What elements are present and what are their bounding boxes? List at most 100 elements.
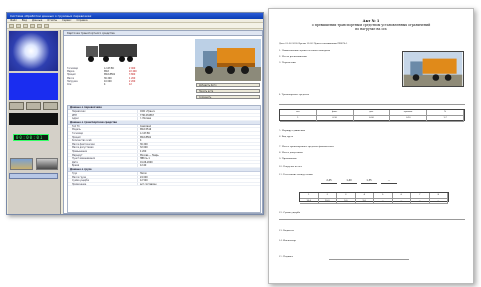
measurement-fields: Госномер А 123 ВС 2 000 Марка МАЗ 22 400 При… (67, 67, 192, 89)
property-grid: Данные о перевозчике Перевозчик ООО «Тран… (67, 105, 261, 213)
camera-button-2[interactable] (26, 102, 41, 110)
document-heading: Акт № 1 о превышении транспортным средст… (269, 19, 473, 31)
thumbnail-person[interactable] (35, 158, 58, 170)
property-key: Количество осей (68, 139, 138, 142)
settings-icon[interactable] (44, 24, 49, 28)
field-value-2: 12 (129, 82, 132, 86)
property-value: ПВК № 1 (140, 157, 150, 161)
table-cell: 6,10 (316, 116, 354, 122)
document-line: 4. Транспортное средство (279, 93, 310, 96)
menu-item-help[interactable]: Справка (77, 19, 88, 22)
property-value: А 123 ВС (140, 131, 151, 135)
table-cell: — (429, 198, 448, 204)
document-line: 2. Место расположения (279, 55, 307, 58)
save-icon[interactable] (23, 24, 28, 28)
property-value: МАЗ-8561 (140, 135, 152, 139)
table-cell: 9,0 (337, 198, 356, 204)
menu-item-file[interactable]: Файл (10, 19, 17, 22)
document-line: 14. Инспектор (279, 239, 296, 242)
camera-controls (9, 102, 58, 110)
led-counter: 00:00:01 (13, 134, 49, 141)
property-key: Госномер (68, 131, 138, 135)
open-icon[interactable] (16, 24, 21, 28)
field-value: 4 (104, 82, 106, 86)
property-key: Маршрут (68, 153, 138, 157)
document-line: 10. Нагрузка на ось (279, 165, 302, 168)
document-line: 6. Вид груза (279, 135, 294, 138)
new-icon[interactable] (9, 24, 14, 28)
print-icon[interactable] (30, 24, 35, 28)
property-key: Примечание (68, 182, 138, 186)
property-value: Москва — Тверь (140, 153, 159, 157)
table-cell: — (392, 198, 411, 204)
document-line: 11. Расстояние между осями (279, 173, 313, 176)
document-line: Дата 01.06.2009 Время 12:40 Пункт взвеши… (279, 42, 348, 45)
document-line: 15. Подпись (279, 255, 294, 258)
table-cell: 1,7 (427, 116, 464, 122)
toolbar (7, 23, 263, 29)
property-key: Перевозчик (68, 110, 138, 113)
table-cell: 6,00 (353, 116, 391, 122)
property-key: Прицеп (68, 135, 138, 139)
property-value: Песок (140, 171, 147, 175)
act-document: Акт № 1 о превышении транспортным средст… (268, 8, 474, 284)
table-cell: 1 (280, 116, 317, 122)
property-key: Модель (68, 128, 138, 131)
document-line: 3. Перевозчик (279, 61, 296, 64)
property-key: Время (68, 164, 138, 167)
axle-table: ось факт доп. превыш. % 1 6,10 6,00 0,10… (279, 109, 465, 122)
menu-item-reports[interactable]: Отчёты (47, 19, 57, 22)
thumbnail-truck[interactable] (10, 158, 33, 170)
property-value: Самосвал (140, 124, 152, 128)
video-panel (9, 73, 58, 100)
property-key: Дата (68, 160, 138, 164)
document-line: 1. Наименование пункта весового контроля (279, 49, 331, 52)
document-truck-photo (402, 51, 464, 87)
print-act-button[interactable]: Печать акта (196, 89, 260, 93)
rule-line (279, 104, 465, 105)
property-value: г. Москва (140, 117, 151, 121)
property-key: ИНН (68, 113, 138, 117)
document-subtitle-2: по нагрузке на ось (355, 27, 387, 31)
property-value: акт составлен (140, 182, 157, 186)
property-key: Тип ТС (68, 124, 138, 128)
save-button[interactable]: Сохранить (196, 95, 260, 99)
property-key: Пункт взвешивания (68, 157, 138, 160)
property-key: Масса фактическая (68, 142, 138, 146)
card-title: Карточка транспортного средства (64, 31, 262, 36)
camera-view (9, 31, 58, 71)
card-actions: Добавить фото Печать акта Сохранить (196, 83, 260, 103)
led-counter-value: 00:00:01 (16, 135, 44, 140)
refresh-icon[interactable] (37, 24, 42, 28)
property-row[interactable]: Примечание акт составлен (68, 182, 260, 187)
menu-item-service[interactable]: Сервис (62, 19, 71, 22)
camera-button-1[interactable] (9, 102, 24, 110)
document-line: 12. Сумма ущерба (279, 211, 301, 214)
camera-button-3[interactable] (43, 102, 58, 110)
distance-box: 1,35 (361, 179, 377, 184)
vehicle-card: Карточка транспортного средства Госномер… (63, 30, 263, 214)
field-label: Оси (67, 82, 72, 86)
property-value: 12:40 (140, 164, 147, 168)
property-key: Превышение (68, 149, 138, 153)
distance-box: 2,45 (321, 179, 337, 184)
table-cell: — (411, 198, 430, 204)
display-panel (9, 113, 58, 125)
signature-line (329, 259, 409, 260)
property-value: ООО «Транс» (140, 110, 156, 113)
load-table: 1 2 3 4 5 6 7 8 10,0 10,0 9,0 9,0 — — — … (299, 192, 449, 204)
app-window: Система обработки данных о грузовых пере… (6, 12, 264, 215)
menu-item-view[interactable]: Вид (22, 19, 27, 22)
document-line: 5. Маршрут движения (279, 129, 305, 132)
add-photo-button[interactable]: Добавить фото (196, 83, 260, 87)
property-key: Сумма ущерба (68, 179, 138, 182)
distance-box: — (381, 179, 397, 184)
table-cell: — (374, 198, 393, 204)
table-cell: 9,0 (355, 198, 374, 204)
menu-item-data[interactable]: Данные (32, 19, 42, 22)
document-line: 13. Водитель (279, 229, 294, 232)
status-strip (9, 173, 58, 179)
property-key: Груз (68, 171, 138, 175)
property-value: 32 000 (140, 146, 148, 150)
property-value: 01.06.2009 (140, 160, 153, 164)
